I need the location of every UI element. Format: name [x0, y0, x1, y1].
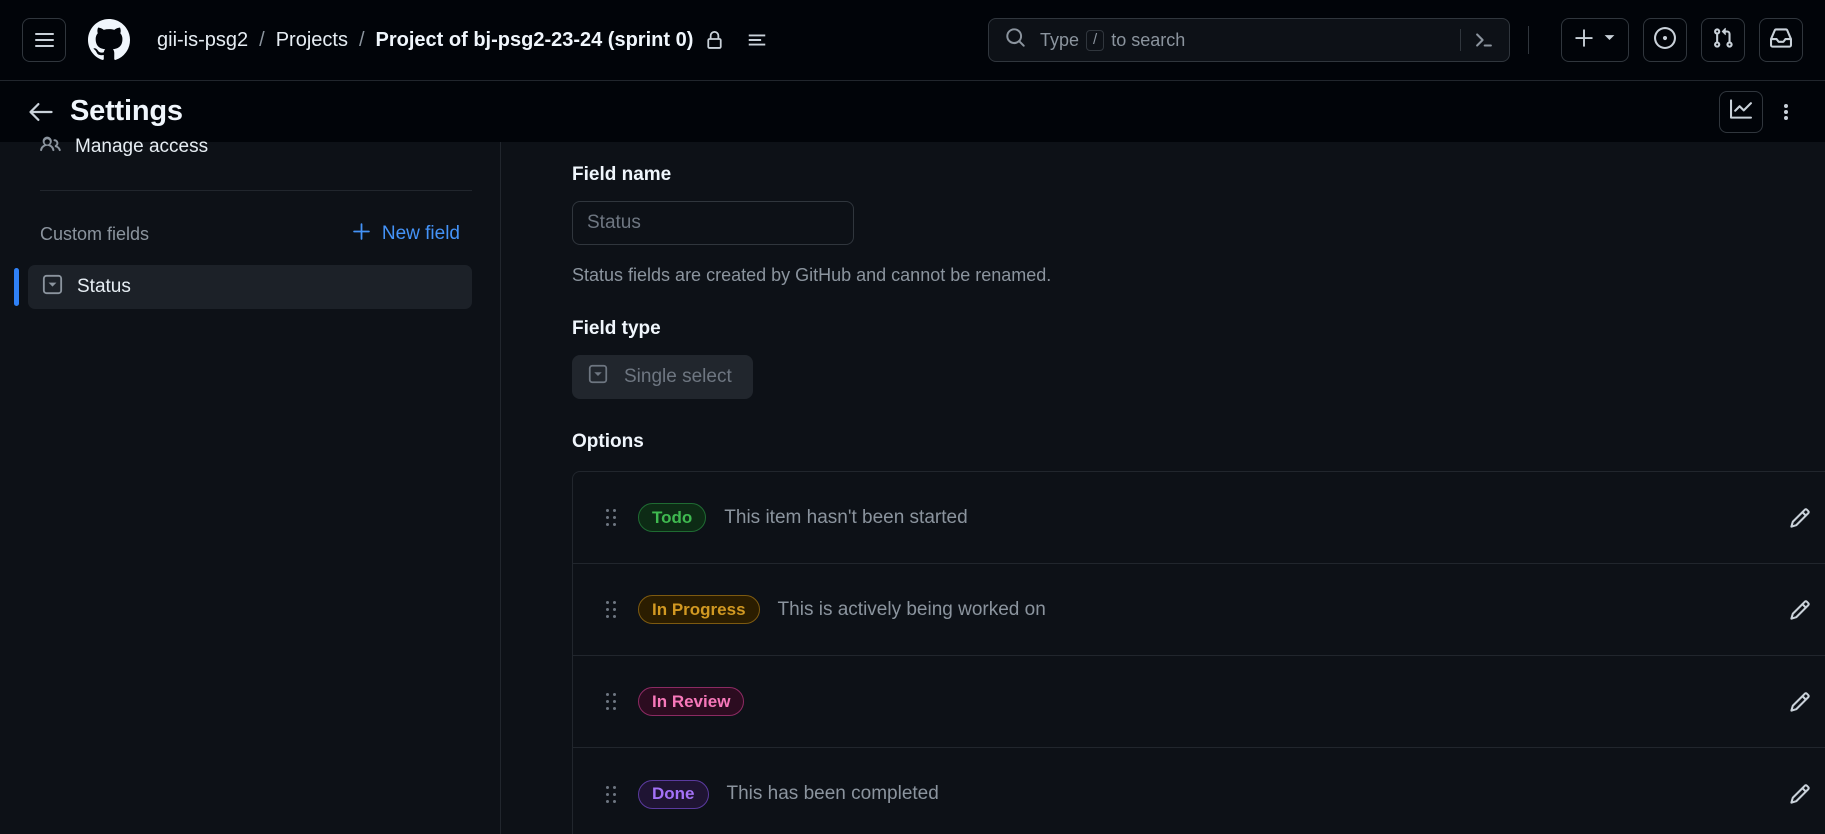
breadcrumb-current-project[interactable]: Project of bj-psg2-23-24 (sprint 0) — [376, 29, 694, 52]
table-row: In Progress This is actively being worke… — [573, 564, 1825, 656]
breadcrumb-projects[interactable]: Projects — [276, 29, 348, 52]
arrow-left-icon[interactable] — [24, 95, 58, 129]
option-description: This item hasn't been started — [724, 506, 968, 528]
drag-handle-icon[interactable] — [606, 509, 616, 526]
field-name-help-text: Status fields are created by GitHub and … — [572, 265, 1052, 285]
pencil-icon[interactable] — [1787, 597, 1813, 623]
list-unordered-icon[interactable] — [746, 29, 768, 51]
sidebar-item-manage-access[interactable]: Manage access — [28, 126, 472, 168]
drag-handle-icon[interactable] — [606, 601, 616, 618]
search-divider — [1460, 29, 1461, 51]
row-actions — [1787, 781, 1825, 807]
kebab-dot — [1784, 115, 1788, 120]
breadcrumb: gii-is-psg2 / Projects / Project of bj-p… — [157, 29, 768, 52]
option-description: This has been completed — [726, 783, 939, 804]
table-row: Todo This item hasn't been started — [573, 472, 1825, 564]
drag-handle-icon[interactable] — [606, 693, 616, 710]
sidebar-field-label: Status — [77, 276, 131, 297]
table-row: Done This has been completed — [573, 748, 1825, 834]
breadcrumb-separator: / — [259, 28, 265, 51]
pencil-icon[interactable] — [1787, 689, 1813, 715]
settings-body: Manage access Custom fields New field St… — [0, 136, 1825, 834]
drag-handle-icon[interactable] — [606, 785, 616, 803]
plus-icon — [1574, 28, 1594, 53]
custom-fields-label: Custom fields — [40, 223, 150, 244]
field-type-value: Single select — [624, 366, 732, 387]
field-name-input[interactable] — [572, 201, 854, 245]
global-header: gii-is-psg2 / Projects / Project of bj-p… — [0, 0, 1825, 81]
sidebar-item-label: Manage access — [75, 136, 209, 157]
settings-sidebar: Manage access Custom fields New field St… — [0, 136, 500, 834]
settings-main-pane: Field name Status fields are created by … — [500, 142, 1825, 834]
insights-button[interactable] — [1719, 90, 1763, 133]
single-select-icon — [588, 364, 608, 390]
search-icon — [1005, 27, 1026, 53]
pull-requests-button[interactable] — [1701, 18, 1745, 62]
field-name-label: Field name — [572, 164, 672, 185]
more-options-button[interactable] — [1771, 91, 1801, 133]
kebab-dot — [1784, 103, 1788, 108]
row-actions — [1787, 689, 1825, 715]
issues-button[interactable] — [1643, 18, 1687, 62]
status-badge: Done — [638, 779, 709, 809]
plus-icon — [352, 222, 371, 247]
hamburger-bar — [34, 45, 54, 47]
search-placeholder: Type / to search — [1040, 29, 1186, 51]
breadcrumb-separator: / — [358, 28, 365, 51]
search-placeholder-suffix: to search — [1111, 29, 1186, 50]
new-field-label: New field — [381, 223, 460, 244]
table-row: In Review — [573, 656, 1825, 748]
row-actions — [1787, 505, 1825, 531]
status-badge: In Review — [638, 687, 745, 716]
search-slash-key: / — [1086, 29, 1105, 51]
header-actions: Type / to search — [988, 18, 1803, 62]
lock-icon — [705, 30, 724, 50]
new-field-button[interactable]: New field — [352, 222, 460, 247]
hamburger-bar — [34, 33, 54, 35]
notifications-button[interactable] — [1759, 18, 1803, 62]
git-pull-request-icon — [1712, 27, 1734, 54]
single-select-icon — [42, 274, 63, 301]
chevron-down-icon — [1603, 31, 1616, 49]
sidebar-field-status[interactable]: Status — [14, 265, 472, 309]
options-label: Options — [572, 431, 644, 452]
create-new-button[interactable] — [1561, 18, 1629, 62]
status-badge: In Progress — [638, 595, 760, 624]
issue-opened-icon — [1654, 26, 1676, 54]
github-logo[interactable] — [86, 17, 132, 63]
search-placeholder-prefix: Type — [1040, 29, 1080, 50]
page-title: Settings — [70, 95, 183, 127]
terminal-icon[interactable] — [1473, 29, 1495, 51]
pencil-icon[interactable] — [1787, 781, 1813, 807]
options-list: Todo This item hasn't been started In Pr… — [572, 471, 1825, 834]
people-icon — [40, 134, 61, 161]
status-badge: Todo — [638, 503, 707, 532]
graph-icon — [1730, 98, 1752, 125]
breadcrumb-owner[interactable]: gii-is-psg2 — [157, 29, 248, 52]
hamburger-icon[interactable] — [22, 18, 66, 62]
header-divider — [1528, 26, 1529, 54]
option-description: This is actively being worked on — [777, 598, 1046, 620]
hamburger-bar — [34, 39, 54, 41]
pencil-icon[interactable] — [1787, 505, 1813, 531]
inbox-icon — [1770, 27, 1792, 54]
subheader-actions — [1719, 90, 1801, 133]
field-type-label: Field type — [572, 318, 661, 339]
field-type-button: Single select — [572, 355, 753, 399]
search-input[interactable]: Type / to search — [988, 18, 1510, 62]
custom-fields-header: Custom fields New field — [28, 219, 472, 249]
kebab-dot — [1784, 109, 1788, 114]
row-actions — [1787, 597, 1825, 623]
sidebar-divider — [40, 190, 472, 191]
